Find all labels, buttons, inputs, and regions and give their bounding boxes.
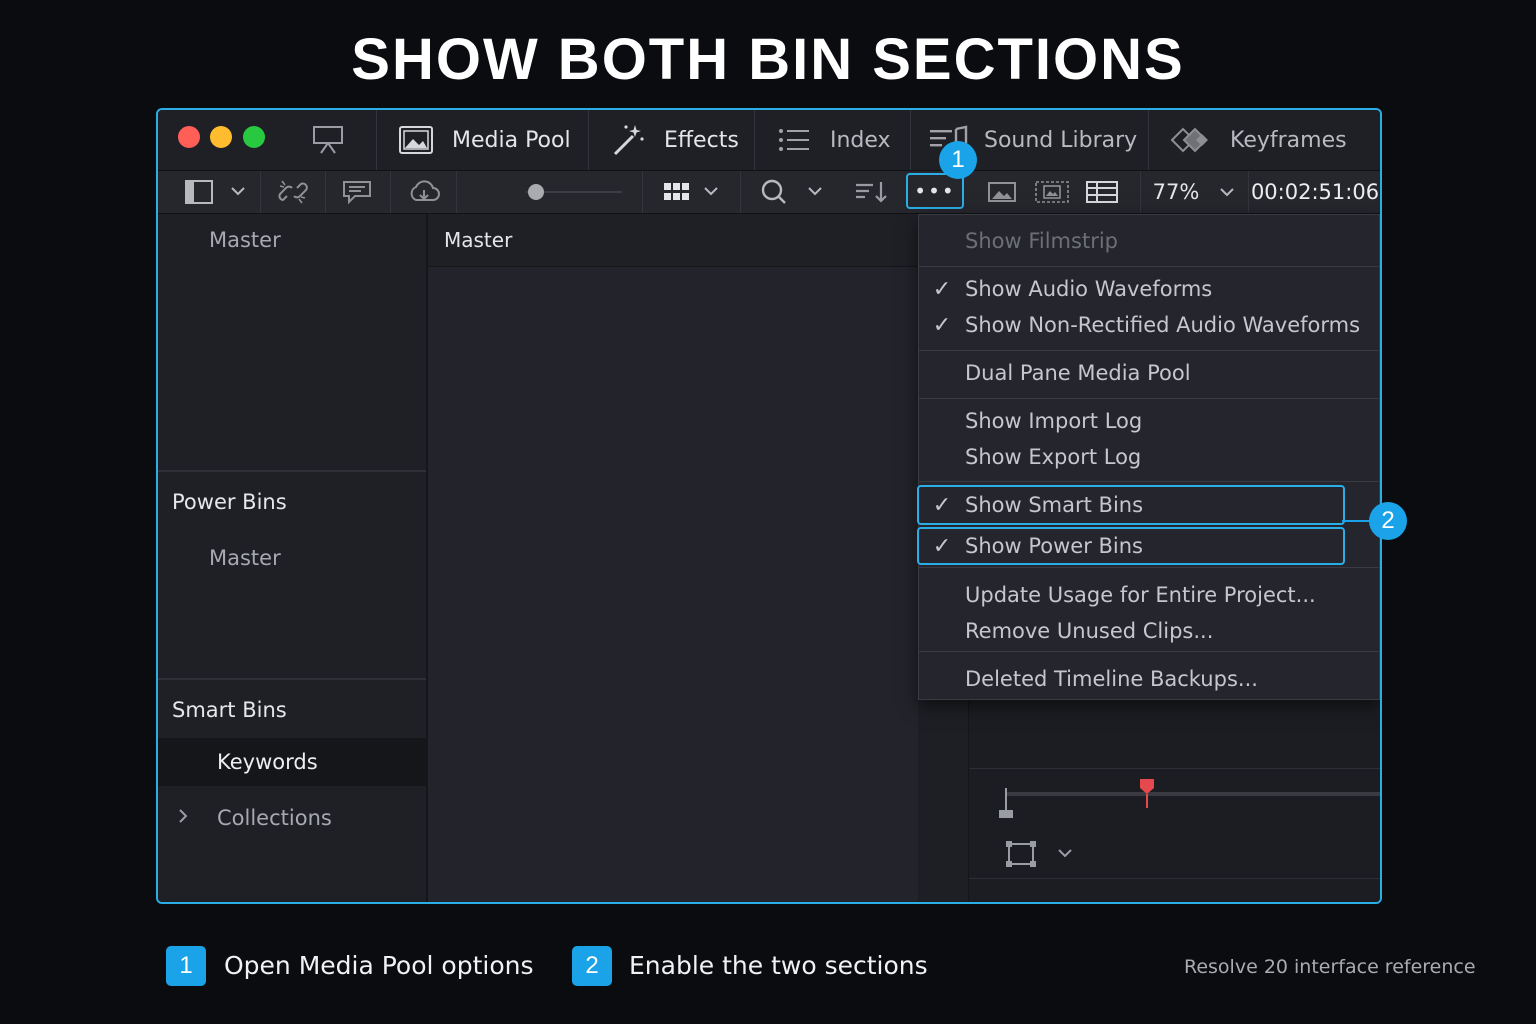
menu-item-update-usage[interactable]: Update Usage for Entire Project... (919, 577, 1379, 613)
smart-bin-label: Collections (217, 806, 332, 830)
footnote: Resolve 20 interface reference (1184, 956, 1476, 978)
timecode-display: 00:02:51:06 (1250, 171, 1380, 213)
panel-toggle-button[interactable] (168, 171, 258, 213)
thumbnail-size-slider[interactable] (518, 171, 628, 213)
metadata-icon[interactable] (326, 171, 388, 213)
menu-item-show-import-log[interactable]: Show Import Log (919, 403, 1379, 439)
tab-index[interactable]: Index (774, 110, 891, 170)
list-view-icon[interactable] (1080, 171, 1124, 213)
checkmark-icon: ✓ (932, 312, 952, 338)
resolve-window: Media Pool Effects Index Sound Library K… (156, 108, 1382, 904)
menu-item-label: Remove Unused Clips... (965, 619, 1214, 643)
menu-item-show-audio-waveforms[interactable]: ✓ Show Audio Waveforms (919, 271, 1379, 307)
chevron-down-icon (1219, 183, 1235, 202)
menu-item-label: Show Filmstrip (965, 229, 1118, 253)
menu-item-show-power-bins[interactable]: ✓ Show Power Bins (917, 527, 1345, 565)
close-window-button[interactable] (178, 126, 200, 148)
menu-item-show-non-rectified-waveforms[interactable]: ✓ Show Non-Rectified Audio Waveforms (919, 307, 1379, 343)
minimize-window-button[interactable] (210, 126, 232, 148)
smart-bin-keywords[interactable]: Keywords (158, 738, 426, 786)
presentation-icon[interactable] (308, 120, 348, 160)
step-number-1: 1 (166, 946, 206, 986)
clip-browser: Master (428, 214, 918, 902)
current-bin-title: Master (444, 228, 513, 252)
menu-item-show-filmstrip[interactable]: Show Filmstrip (919, 223, 1379, 259)
tab-label: Media Pool (452, 127, 571, 153)
tab-label: Index (830, 127, 891, 153)
tab-media-pool[interactable]: Media Pool (396, 110, 571, 170)
tab-keyframes[interactable]: Keyframes (1168, 110, 1347, 170)
media-pool-toolbar: ••• 77% 00:02:51:06 (158, 171, 1380, 214)
menu-item-label: Show Audio Waveforms (965, 277, 1213, 301)
section-divider (158, 470, 426, 472)
zoom-level-value: 77% (1152, 180, 1200, 204)
menu-item-label: Show Power Bins (965, 534, 1143, 558)
clip-browser-header: Master (428, 214, 918, 267)
magic-wand-icon (608, 120, 648, 160)
power-bins-heading: Power Bins (172, 490, 287, 514)
playhead-marker[interactable] (1139, 778, 1155, 812)
callout-badge-1: 1 (939, 141, 977, 179)
chevron-right-icon[interactable] (176, 806, 190, 830)
master-bin[interactable]: Master (209, 228, 281, 252)
bin-sidebar: Master Power Bins Master Smart Bins Keyw… (158, 214, 428, 902)
grid-view-button[interactable] (652, 171, 732, 213)
smart-bins-heading: Smart Bins (172, 698, 287, 722)
menu-item-show-export-log[interactable]: Show Export Log (919, 439, 1379, 475)
list-icon (774, 120, 814, 160)
viewer-framing-icon[interactable] (1005, 840, 1079, 874)
checkmark-icon: ✓ (932, 276, 952, 302)
tab-bar: Media Pool Effects Index Sound Library K… (158, 110, 1380, 171)
power-bins-master[interactable]: Master (209, 546, 281, 570)
menu-item-dual-pane[interactable]: Dual Pane Media Pool (919, 355, 1379, 391)
menu-item-label: Show Non-Rectified Audio Waveforms (965, 313, 1361, 337)
menu-item-label: Dual Pane Media Pool (965, 361, 1191, 385)
tab-effects[interactable]: Effects (608, 110, 739, 170)
step-text-1: Open Media Pool options (224, 951, 534, 980)
menu-item-label: Show Smart Bins (965, 493, 1144, 517)
sort-icon[interactable] (844, 171, 898, 213)
media-pool-options-menu: Show Filmstrip ✓ Show Audio Waveforms ✓ … (917, 214, 1380, 700)
page-headline: SHOW BOTH BIN SECTIONS (351, 27, 1185, 92)
cloud-sync-icon[interactable] (392, 171, 456, 213)
menu-item-deleted-timeline-backups[interactable]: Deleted Timeline Backups... (919, 661, 1379, 697)
zoom-window-button[interactable] (243, 126, 265, 148)
step-text-2: Enable the two sections (629, 951, 928, 980)
step-number-2: 2 (572, 946, 612, 986)
menu-item-label: Show Import Log (965, 409, 1143, 433)
menu-item-remove-unused-clips[interactable]: Remove Unused Clips... (919, 613, 1379, 649)
tab-label: Keyframes (1230, 127, 1347, 153)
keyframes-icon (1168, 120, 1214, 160)
menu-item-label: Show Export Log (965, 445, 1142, 469)
zoom-level-dropdown[interactable]: 77% (1148, 171, 1240, 213)
scrubber-track[interactable] (1005, 792, 1380, 796)
menu-item-show-smart-bins[interactable]: ✓ Show Smart Bins (917, 485, 1345, 525)
smart-bin-collections[interactable]: Collections (158, 798, 426, 838)
checkmark-icon: ✓ (932, 533, 952, 559)
menu-item-label: Deleted Timeline Backups... (965, 667, 1258, 691)
checkmark-icon: ✓ (932, 492, 952, 518)
timecode-value: 00:02:51:06 (1250, 180, 1380, 204)
more-options-label: ••• (914, 179, 956, 203)
link-icon[interactable] (262, 171, 324, 213)
section-divider (158, 678, 426, 680)
menu-item-label: Update Usage for Entire Project... (965, 583, 1316, 607)
filmstrip-view-icon[interactable] (980, 171, 1024, 213)
in-point-handle[interactable] (997, 788, 1017, 826)
callout-connector (1342, 520, 1370, 522)
metadata-view-icon[interactable] (1030, 171, 1074, 213)
tab-label: Effects (664, 127, 739, 153)
smart-bin-label: Keywords (217, 750, 318, 774)
search-icon[interactable] (752, 171, 832, 213)
callout-badge-2: 2 (1369, 502, 1407, 540)
image-icon (396, 120, 436, 160)
tab-label: Sound Library (984, 127, 1138, 153)
